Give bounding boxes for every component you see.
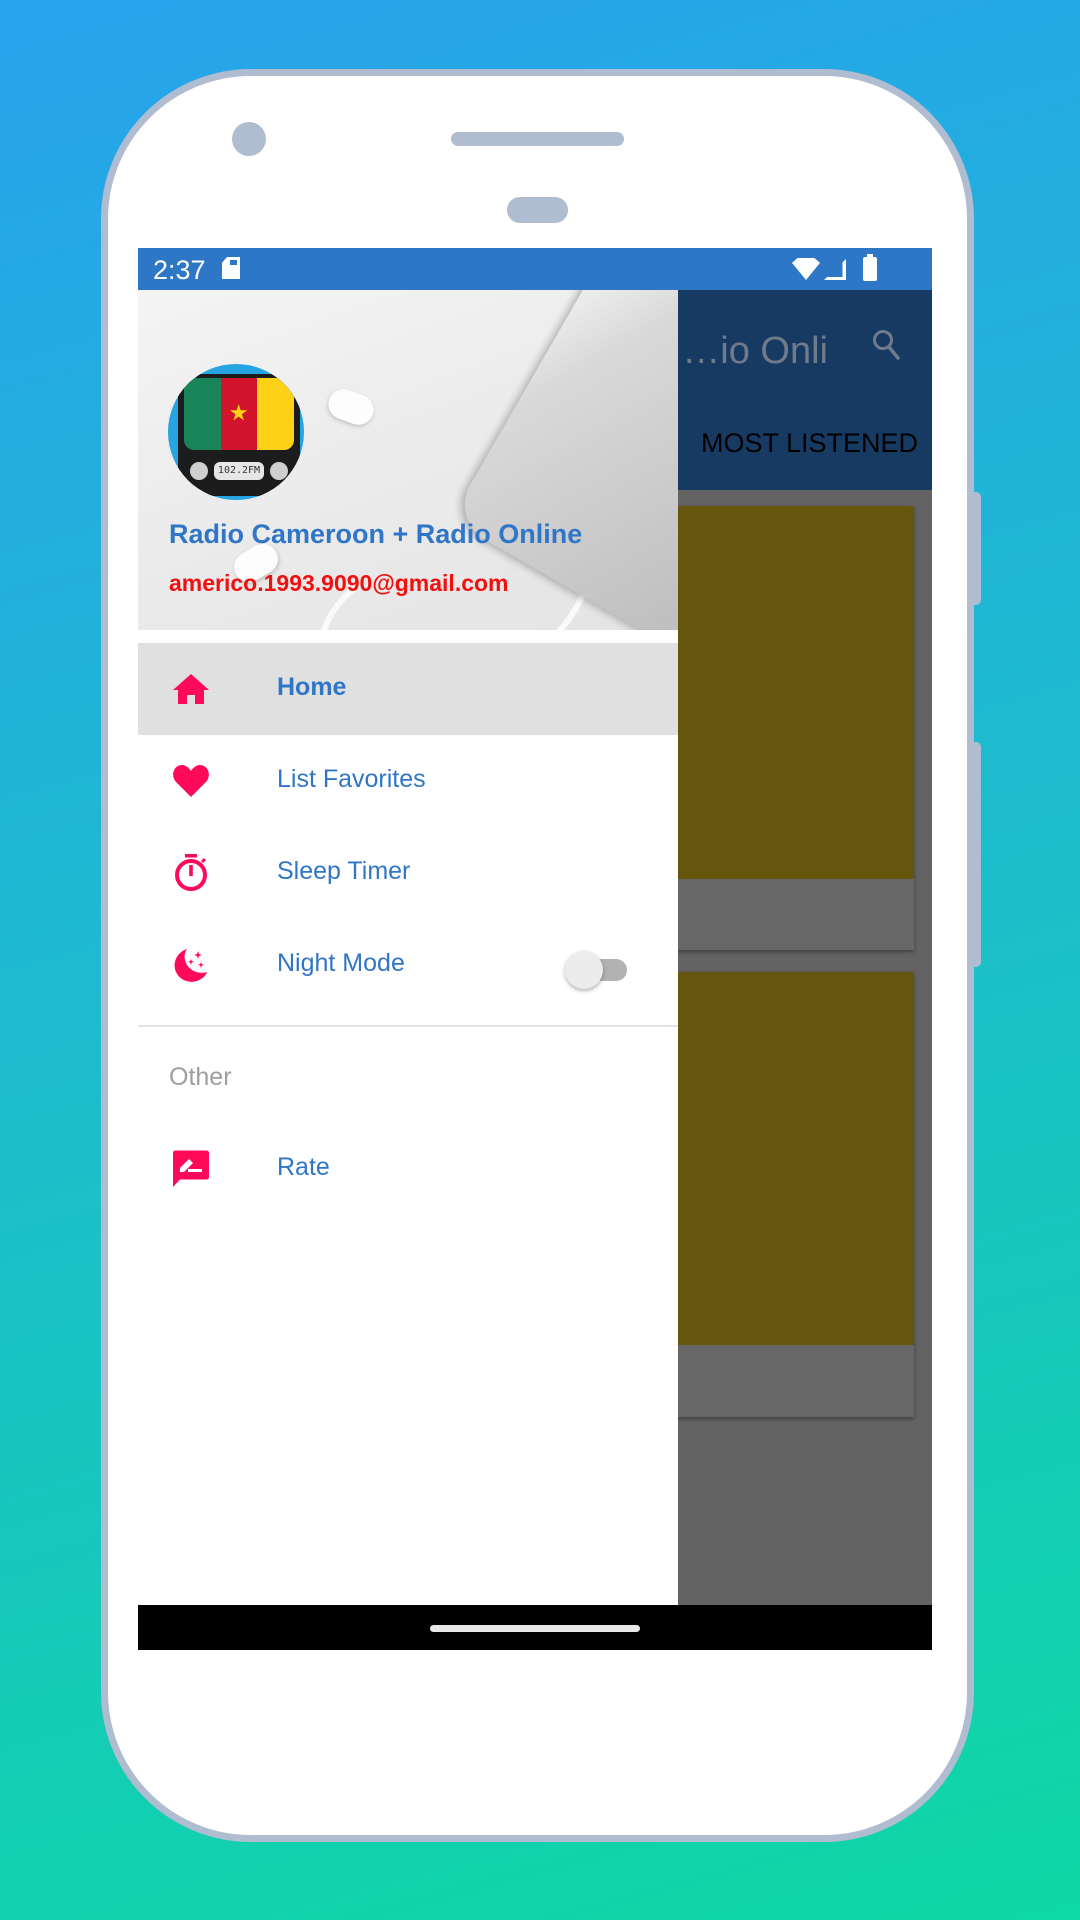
logo-frequency: 102.2FM [214, 462, 264, 480]
navigation-drawer: 102.2FM Radio Cameroon + Radio Online am… [138, 290, 678, 1605]
section-label: Other [169, 1063, 232, 1091]
menu-item-night-mode[interactable]: Night Mode [138, 919, 678, 1011]
status-time: 2:37 [153, 255, 206, 285]
night-mode-toggle[interactable] [565, 951, 627, 989]
home-gesture-handle[interactable] [430, 1625, 640, 1632]
menu-label: List Favorites [277, 765, 426, 793]
menu-item-sleep-timer[interactable]: Sleep Timer [138, 827, 678, 919]
drawer-header: 102.2FM Radio Cameroon + Radio Online am… [138, 290, 678, 630]
rate-review-icon [173, 1150, 209, 1187]
battery-icon [863, 254, 877, 281]
wifi-icon [792, 258, 820, 280]
radio-knob-icon [270, 462, 288, 480]
search-icon[interactable] [871, 328, 901, 362]
menu-item-home[interactable]: Home [138, 643, 678, 735]
drawer-app-title: Radio Cameroon + Radio Online [169, 519, 583, 549]
volume-button [972, 742, 981, 967]
menu-label: Sleep Timer [277, 857, 411, 885]
toggle-thumb [565, 951, 603, 989]
star-icon [230, 404, 248, 421]
sd-card-icon [222, 257, 240, 279]
menu-item-rate[interactable]: Rate [138, 1123, 678, 1215]
drawer-email: americo.1993.9090@gmail.com [169, 570, 509, 596]
menu-label: Night Mode [277, 949, 405, 977]
front-camera [232, 122, 266, 156]
menu-label: Home [277, 673, 347, 701]
phone-screen: 2:37 io Onli… MOST LISTENED on [138, 248, 932, 1650]
moon-stars-icon [174, 949, 207, 982]
home-icon [173, 674, 209, 704]
navigation-bar [138, 1605, 932, 1650]
radio-icon: 102.2FM [178, 374, 300, 496]
logo-flag [184, 378, 294, 450]
menu-label: Rate [277, 1153, 330, 1181]
app-logo: 102.2FM [168, 364, 304, 500]
status-bar: 2:37 [138, 248, 932, 290]
tab-most-listened[interactable]: MOST LISTENED [678, 428, 918, 459]
signal-icon [824, 259, 846, 280]
timer-icon [175, 854, 207, 891]
power-button [972, 492, 981, 605]
menu-item-list-favorites[interactable]: List Favorites [138, 735, 678, 827]
earpiece-speaker [451, 132, 624, 146]
proximity-sensor [507, 197, 568, 223]
section-other: Other [138, 1027, 678, 1123]
radio-knob-icon [190, 462, 208, 480]
heart-icon [173, 765, 209, 797]
drawer-menu: Home List Favorites Sleep Timer Night Mo… [138, 643, 678, 1215]
